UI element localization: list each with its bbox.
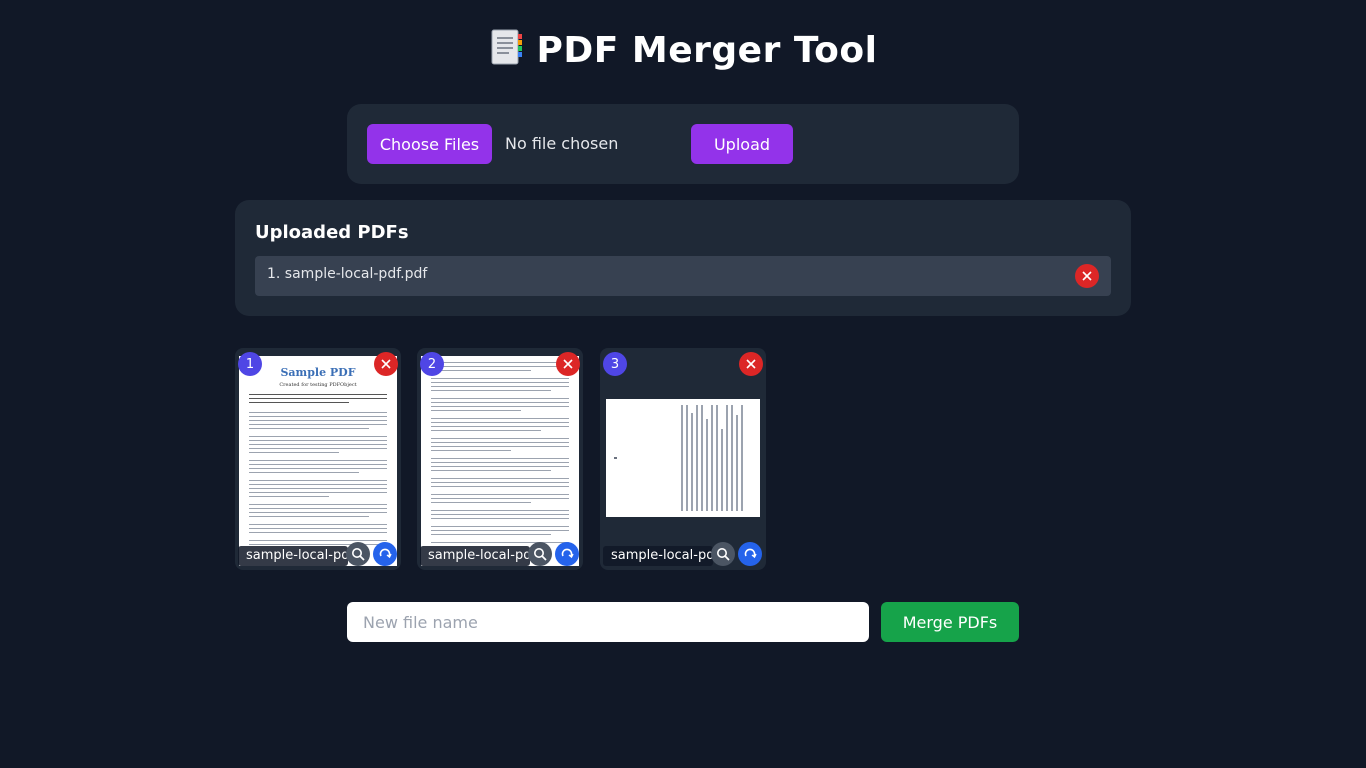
page-thumbnail[interactable]: Sample PDF Created for testing PDFObject bbox=[235, 348, 401, 570]
rotate-icon bbox=[379, 548, 392, 559]
page-title: PDF Merger Tool bbox=[0, 28, 1366, 71]
choose-files-button[interactable]: Choose Files bbox=[367, 124, 492, 164]
merge-pdfs-button[interactable]: Merge PDFs bbox=[881, 602, 1019, 642]
file-status-text: No file chosen bbox=[505, 134, 619, 153]
rotate-icon bbox=[744, 548, 757, 559]
delete-page-button[interactable] bbox=[374, 352, 398, 376]
page-caption: sample-local-pdf.pdf bbox=[238, 546, 348, 566]
page-preview: Sample PDF Created for testing PDFObject bbox=[239, 356, 397, 566]
preview-title: Sample PDF bbox=[280, 366, 356, 379]
zoom-button[interactable] bbox=[346, 542, 370, 566]
list-item: 1. sample-local-pdf.pdf bbox=[255, 256, 1111, 296]
close-icon bbox=[746, 359, 756, 369]
upload-panel: Choose Files No file chosen Upload bbox=[347, 104, 1019, 184]
rotate-icon bbox=[561, 548, 574, 559]
close-icon bbox=[1082, 271, 1092, 281]
delete-page-button[interactable] bbox=[556, 352, 580, 376]
list-item-label: 1. sample-local-pdf.pdf bbox=[267, 266, 428, 282]
page-preview bbox=[606, 399, 760, 517]
rotate-button[interactable] bbox=[555, 542, 579, 566]
delete-page-button[interactable] bbox=[739, 352, 763, 376]
close-icon bbox=[381, 359, 391, 369]
page-caption: sample-local-pdf.pdf bbox=[420, 546, 530, 566]
page-number-badge: 2 bbox=[420, 352, 444, 376]
uploaded-pdfs-heading: Uploaded PDFs bbox=[255, 222, 409, 243]
page-number-badge: 3 bbox=[603, 352, 627, 376]
uploaded-pdfs-panel: Uploaded PDFs 1. sample-local-pdf.pdf bbox=[235, 200, 1131, 316]
zoom-button[interactable] bbox=[711, 542, 735, 566]
page-number-badge: 1 bbox=[238, 352, 262, 376]
rotate-button[interactable] bbox=[738, 542, 762, 566]
document-icon bbox=[489, 28, 523, 68]
page-title-text: PDF Merger Tool bbox=[536, 30, 878, 71]
zoom-button[interactable] bbox=[528, 542, 552, 566]
page-thumbnail[interactable]: 2 sample-local-pdf.pdf bbox=[417, 348, 583, 570]
remove-file-button[interactable] bbox=[1075, 264, 1099, 288]
search-icon bbox=[352, 548, 365, 561]
new-file-name-input[interactable] bbox=[347, 602, 869, 642]
rotate-button[interactable] bbox=[373, 542, 397, 566]
upload-button[interactable]: Upload bbox=[691, 124, 793, 164]
page-caption: sample-local-pdf.pdf bbox=[603, 546, 713, 566]
preview-subtitle: Created for testing PDFObject bbox=[279, 382, 357, 388]
search-icon bbox=[534, 548, 547, 561]
page-preview bbox=[421, 356, 579, 566]
page-thumbnail[interactable]: 3 sample-local-pdf.pdf bbox=[600, 348, 766, 570]
search-icon bbox=[717, 548, 730, 561]
close-icon bbox=[563, 359, 573, 369]
